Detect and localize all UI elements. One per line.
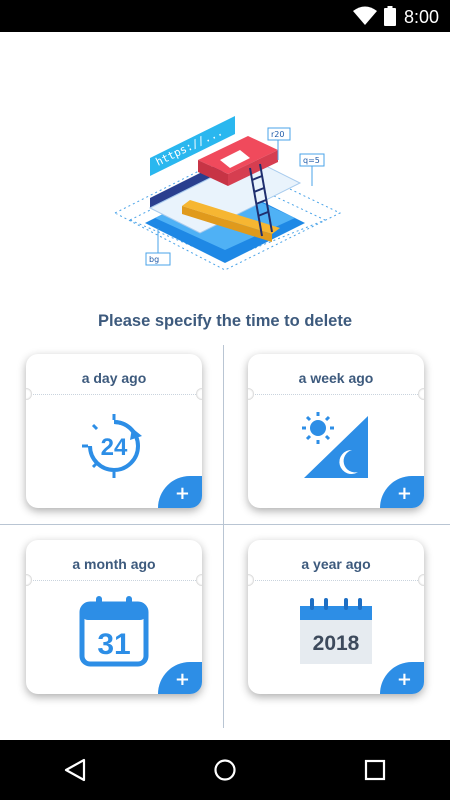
status-time: 8:00 xyxy=(404,7,440,27)
card-notch-right xyxy=(418,388,424,400)
grid-divider-horizontal xyxy=(0,524,450,525)
card-notch-left xyxy=(26,574,32,586)
illustration-tag-q5: q=5 xyxy=(303,156,320,165)
navigation-bar xyxy=(0,740,450,800)
delete-time-prompt: Please specify the time to delete xyxy=(97,312,353,330)
illustration-tag-bg: bg xyxy=(149,255,159,264)
card-notch-right xyxy=(418,574,424,586)
plus-icon: + xyxy=(174,483,190,504)
wifi-icon xyxy=(353,6,377,25)
card-notch-left xyxy=(248,574,254,586)
illustration-tag-r20: r20 xyxy=(271,130,284,139)
24-hour-icon: 24 xyxy=(82,414,142,478)
back-icon[interactable] xyxy=(62,756,90,784)
plus-icon: + xyxy=(396,483,412,504)
add-button-day[interactable]: + xyxy=(158,476,202,508)
option-card-year[interactable]: a year ago 2018 + xyxy=(248,540,424,694)
option-label-day: a day ago xyxy=(81,370,147,386)
card-divider xyxy=(248,580,424,581)
home-icon[interactable] xyxy=(211,756,239,784)
card-divider xyxy=(26,394,202,395)
year-calendar-icon: 2018 xyxy=(300,598,372,664)
add-button-year[interactable]: + xyxy=(380,662,424,694)
day-icon-number: 24 xyxy=(101,434,128,461)
calendar-icon: 31 xyxy=(79,596,149,667)
website-illustration: https://... r20 q=5 bg xyxy=(113,116,342,271)
status-bar: 8:00 xyxy=(0,0,450,32)
recents-icon[interactable] xyxy=(361,756,389,784)
option-label-week: a week ago xyxy=(298,370,374,386)
plus-icon: + xyxy=(174,669,190,690)
month-icon-number: 31 xyxy=(97,628,130,661)
card-notch-right xyxy=(196,388,202,400)
option-card-day[interactable]: a day ago 24 + xyxy=(26,354,202,508)
option-card-month[interactable]: a month ago 31 + xyxy=(26,540,202,694)
add-button-week[interactable]: + xyxy=(380,476,424,508)
option-card-week[interactable]: a week ago + xyxy=(248,354,424,508)
card-notch-left xyxy=(248,388,254,400)
option-label-month: a month ago xyxy=(72,556,156,572)
card-divider xyxy=(248,394,424,395)
card-notch-left xyxy=(26,388,32,400)
plus-icon: + xyxy=(396,669,412,690)
add-button-month[interactable]: + xyxy=(158,662,202,694)
card-notch-right xyxy=(196,574,202,586)
card-divider xyxy=(26,580,202,581)
day-night-icon xyxy=(302,412,368,478)
battery-icon xyxy=(384,6,396,26)
option-label-year: a year ago xyxy=(301,556,371,572)
grid-divider-vertical xyxy=(223,345,224,728)
year-icon-number: 2018 xyxy=(313,632,360,655)
